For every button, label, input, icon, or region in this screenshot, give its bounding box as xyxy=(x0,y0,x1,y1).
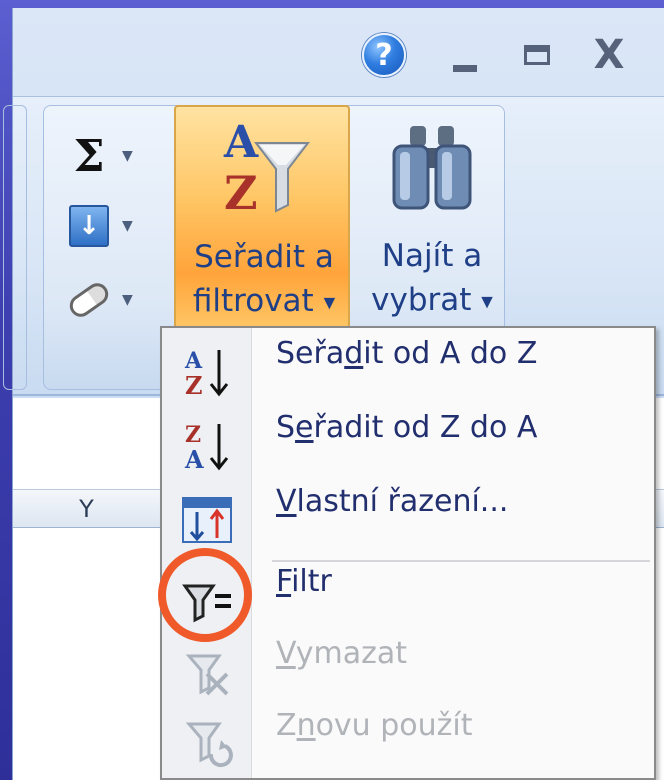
menu-item-custom-sort[interactable]: Vlastní řazení... xyxy=(162,484,656,556)
menu-item-label: Znovu použít xyxy=(276,708,473,743)
sort-filter-label-line1: Seřadit a xyxy=(194,239,334,275)
binoculars-icon xyxy=(392,126,472,210)
find-and-select-button[interactable]: Najít a vybrat ▼ xyxy=(362,106,502,332)
chevron-down-icon: ▼ xyxy=(122,218,133,234)
highlight-circle-annotation xyxy=(158,548,252,642)
menu-item-reapply-filter[interactable]: Znovu použít xyxy=(162,708,656,780)
clear-button[interactable]: ▼ xyxy=(64,272,154,328)
find-select-label-line1: Najít a xyxy=(381,238,483,274)
svg-text:Z: Z xyxy=(224,166,258,215)
chevron-down-icon: ▼ xyxy=(481,292,493,311)
close-button[interactable]: X xyxy=(589,30,629,80)
menu-item-label: Vymazat xyxy=(276,636,407,671)
sort-and-filter-label: Seřadit a filtrovat ▼ xyxy=(176,235,352,325)
minimize-icon xyxy=(453,64,477,72)
minimize-button[interactable] xyxy=(445,30,485,80)
menu-separator xyxy=(272,560,650,562)
fill-down-icon: ↓ xyxy=(64,201,114,251)
svg-text:Z: Z xyxy=(185,371,203,400)
chevron-down-icon: ▼ xyxy=(122,148,133,164)
sort-filter-dropdown-menu: A Z Seřadit od A do Z Z A Seřadit od Z d… xyxy=(160,326,656,780)
sort-z-to-a-icon: Z A xyxy=(174,418,240,474)
help-icon: ? xyxy=(362,33,406,77)
restore-button[interactable] xyxy=(517,30,557,80)
svg-text:A: A xyxy=(223,117,259,168)
eraser-icon xyxy=(64,275,114,325)
menu-item-label: Seřadit od A do Z xyxy=(276,336,538,371)
restore-icon xyxy=(524,45,550,65)
sigma-icon: Σ xyxy=(73,130,105,182)
sort-filter-label-line2: filtrovat xyxy=(192,283,314,319)
chevron-down-icon: ▼ xyxy=(122,292,133,308)
sort-a-to-z-icon: A Z xyxy=(174,344,240,400)
svg-text:A: A xyxy=(184,445,204,474)
find-and-select-label: Najít a vybrat ▼ xyxy=(362,234,502,324)
ribbon-group-previous xyxy=(3,105,27,390)
menu-item-sort-a-to-z[interactable]: A Z Seřadit od A do Z xyxy=(162,336,656,408)
chevron-down-icon: ▼ xyxy=(323,293,336,312)
menu-item-clear-filter[interactable]: Vymazat xyxy=(162,636,656,708)
custom-sort-icon xyxy=(174,492,240,548)
find-select-label-line2: vybrat xyxy=(371,282,472,318)
menu-item-label: Seřadit od Z do A xyxy=(276,410,538,445)
menu-item-sort-z-to-a[interactable]: Z A Seřadit od Z do A xyxy=(162,410,656,482)
help-button[interactable]: ? xyxy=(359,30,409,80)
autosum-button[interactable]: Σ ▼ xyxy=(64,128,154,184)
menu-item-label: Filtr xyxy=(276,564,332,599)
sort-filter-icon: A Z xyxy=(223,117,310,215)
reapply-filter-icon xyxy=(174,716,240,772)
sort-and-filter-button[interactable]: A Z Seřadit a filtrovat ▼ xyxy=(174,105,350,331)
menu-item-label: Vlastní řazení... xyxy=(276,484,509,519)
window-controls: ? X xyxy=(359,30,659,80)
clear-filter-icon xyxy=(174,644,240,700)
close-icon: X xyxy=(593,32,625,78)
fill-button[interactable]: ↓ ▼ xyxy=(64,198,154,254)
column-header-y[interactable]: Y xyxy=(13,490,161,528)
